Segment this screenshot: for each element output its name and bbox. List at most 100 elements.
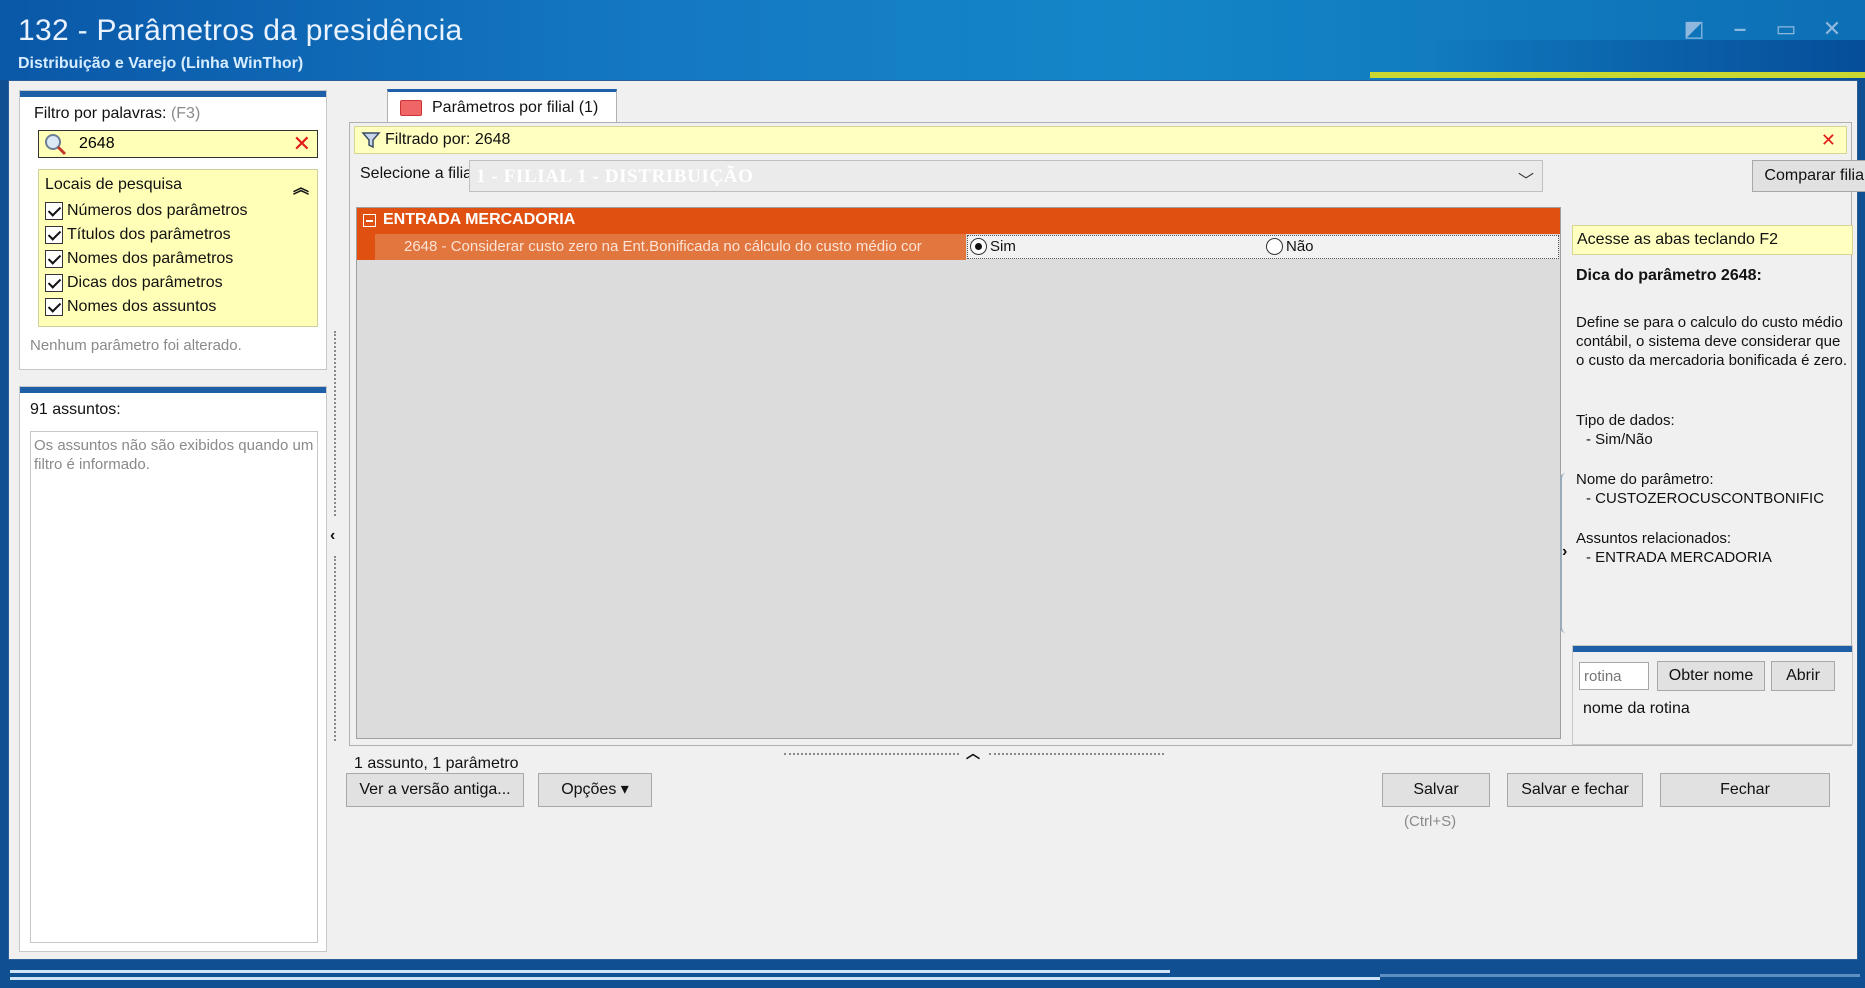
parameter-value-options: Sim Não [967, 235, 1559, 259]
filter-search-input[interactable] [79, 133, 279, 155]
decorative-line [10, 977, 1380, 980]
tip-param-name-value: - CUSTOZEROCUSCONTBONIFIC [1586, 490, 1825, 507]
tip-title: Dica do parâmetro 2648: [1576, 267, 1762, 284]
clear-filter-icon[interactable]: ✕ [293, 131, 311, 157]
save-button[interactable]: Salvar [1382, 773, 1490, 807]
grid-summary: 1 assunto, 1 parâmetro [354, 755, 519, 772]
tab-content: Filtrado por: 2648 ✕ Selecione a filial:… [349, 122, 1865, 772]
panel-accent-bar [1573, 646, 1852, 652]
checkbox-checked-icon[interactable] [45, 226, 63, 244]
splitter-grip [334, 331, 340, 516]
decorative-line [1380, 974, 1860, 977]
radio-selected-icon[interactable] [970, 238, 987, 255]
chevron-up-icon[interactable]: ︿ [966, 743, 980, 763]
tip-banner: Acesse as abas teclando F2 [1572, 225, 1853, 255]
filtered-by-text: Filtrado por: 2648 [385, 131, 511, 148]
obter-nome-button[interactable]: Obter nome [1657, 661, 1765, 691]
radio-unselected-icon[interactable] [1266, 238, 1283, 255]
rotina-name-label: nome da rotina [1583, 700, 1690, 717]
filter-shortcut: (F3) [170, 105, 201, 122]
filial-select[interactable]: 1 - FILIAL 1 - DISTRIBUIÇÃO ﹀ [469, 160, 1543, 192]
group-header-entrada-mercadoria[interactable]: ENTRADA MERCADORIA [357, 208, 1560, 234]
remove-filter-icon[interactable]: ✕ [1821, 127, 1836, 153]
tab-label: Parâmetros por filial (1) [432, 99, 599, 116]
maximize-icon[interactable]: ▭ [1773, 16, 1799, 42]
checkbox-checked-icon[interactable] [45, 298, 63, 316]
radio-label: Não [1286, 238, 1314, 255]
tab-parametros-por-filial[interactable]: Parâmetros por filial (1) [387, 89, 617, 123]
filter-label-text: Filtro por palavras: [34, 105, 167, 122]
filial-selected-value: 1 - FILIAL 1 - DISTRIBUIÇÃO [476, 166, 754, 187]
search-locations-title: Locais de pesquisa [45, 176, 182, 193]
decorative-line [10, 970, 1170, 973]
option-param-titles[interactable]: Títulos dos parâmetros [45, 224, 231, 246]
tip-data-type-value: - Sim/Não [1586, 431, 1653, 448]
save-and-close-button[interactable]: Salvar e fechar [1507, 773, 1643, 807]
option-label: Números dos parâmetros [67, 202, 248, 219]
collapse-group-icon[interactable] [363, 214, 376, 227]
compare-filiais-button[interactable]: Comparar filiais [1752, 160, 1865, 192]
checkbox-checked-icon[interactable] [45, 274, 63, 292]
checkbox-checked-icon[interactable] [45, 202, 63, 220]
old-version-button[interactable]: Ver a versão antiga... [346, 773, 524, 807]
parameter-title: 2648 - Considerar custo zero na Ent.Boni… [375, 234, 966, 260]
background-footer [0, 960, 1865, 988]
funnel-icon [361, 132, 381, 149]
group-title: ENTRADA MERCADORIA [383, 211, 576, 228]
radio-nao[interactable]: Não [1266, 238, 1314, 255]
title-bar: 132 - Parâmetros da presidência Distribu… [0, 0, 1865, 80]
option-label: Dicas dos parâmetros [67, 274, 223, 291]
subjects-list[interactable]: Os assuntos não são exibidos quando um f… [30, 431, 318, 943]
search-icon [45, 134, 67, 156]
chevron-left-icon[interactable]: ‹ [330, 527, 335, 545]
main-area: Parâmetros por filial (1) Filtrado por: … [344, 89, 1865, 879]
tip-data-type-label: Tipo de dados: [1576, 412, 1675, 429]
minimize-icon[interactable]: – [1727, 16, 1753, 42]
folder-icon [400, 100, 422, 116]
subjects-note: Os assuntos não são exibidos quando um f… [34, 437, 314, 473]
restore-icon[interactable]: ◩ [1681, 16, 1707, 42]
option-param-names[interactable]: Nomes dos parâmetros [45, 248, 233, 270]
radio-label: Sim [990, 238, 1016, 255]
window-title: 132 - Parâmetros da presidência [18, 14, 463, 47]
option-param-tips[interactable]: Dicas dos parâmetros [45, 272, 223, 294]
search-locations-box: Locais de pesquisa ︽ Números dos parâmet… [38, 169, 318, 327]
options-button[interactable]: Opções ▾ [538, 773, 652, 807]
window-subtitle: Distribuição e Varejo (Linha WinThor) [18, 55, 304, 72]
rotina-input[interactable] [1579, 662, 1649, 690]
option-subject-names[interactable]: Nomes dos assuntos [45, 296, 216, 318]
splitter-grip [989, 753, 1164, 757]
collapse-chevron-icon[interactable]: ︽ [293, 174, 309, 198]
bottom-splitter[interactable]: ︿ [784, 745, 1164, 761]
splitter-grip [784, 753, 959, 757]
filter-search-box: ✕ [38, 130, 318, 158]
chevron-right-icon[interactable]: › [1562, 543, 1567, 561]
abrir-button[interactable]: Abrir [1771, 661, 1835, 691]
window-client-area: Filtro por palavras: (F3) ✕ Locais de pe… [8, 80, 1865, 960]
panel-accent-bar [20, 91, 326, 97]
right-panel-splitter[interactable]: › [1560, 473, 1572, 633]
filter-panel: Filtro por palavras: (F3) ✕ Locais de pe… [19, 90, 327, 370]
close-button[interactable]: Fechar [1660, 773, 1830, 807]
option-label: Nomes dos assuntos [67, 298, 217, 315]
save-shortcut-hint: (Ctrl+S) [1404, 813, 1457, 830]
rotina-lookup-box: Obter nome Abrir nome da rotina [1572, 645, 1853, 745]
filtered-by-bar: Filtrado por: 2648 ✕ [354, 126, 1847, 154]
chevron-down-icon[interactable]: ﹀ [1518, 167, 1534, 191]
filial-label: Selecione a filial: [360, 165, 481, 182]
left-panel-splitter[interactable]: ‹ [330, 331, 344, 741]
title-bar-accent-line [1370, 72, 1865, 78]
radio-sim[interactable]: Sim [970, 238, 1016, 255]
option-label: Títulos dos parâmetros [67, 226, 231, 243]
parameter-tip-panel: Acesse as abas teclando F2 Dica do parâm… [1572, 225, 1853, 745]
splitter-grip [334, 556, 340, 741]
no-change-status: Nenhum parâmetro foi alterado. [30, 337, 242, 354]
subjects-panel: 91 assuntos: Os assuntos não são exibido… [19, 386, 327, 952]
window-controls: ◩ – ▭ ✕ [1681, 16, 1845, 42]
parameters-grid: ENTRADA MERCADORIA 2648 - Considerar cus… [356, 207, 1561, 739]
close-window-icon[interactable]: ✕ [1819, 16, 1845, 42]
tip-related-value: - ENTRADA MERCADORIA [1586, 549, 1772, 566]
table-row[interactable]: 2648 - Considerar custo zero na Ent.Boni… [357, 234, 1560, 260]
option-param-numbers[interactable]: Números dos parâmetros [45, 200, 248, 222]
checkbox-checked-icon[interactable] [45, 250, 63, 268]
